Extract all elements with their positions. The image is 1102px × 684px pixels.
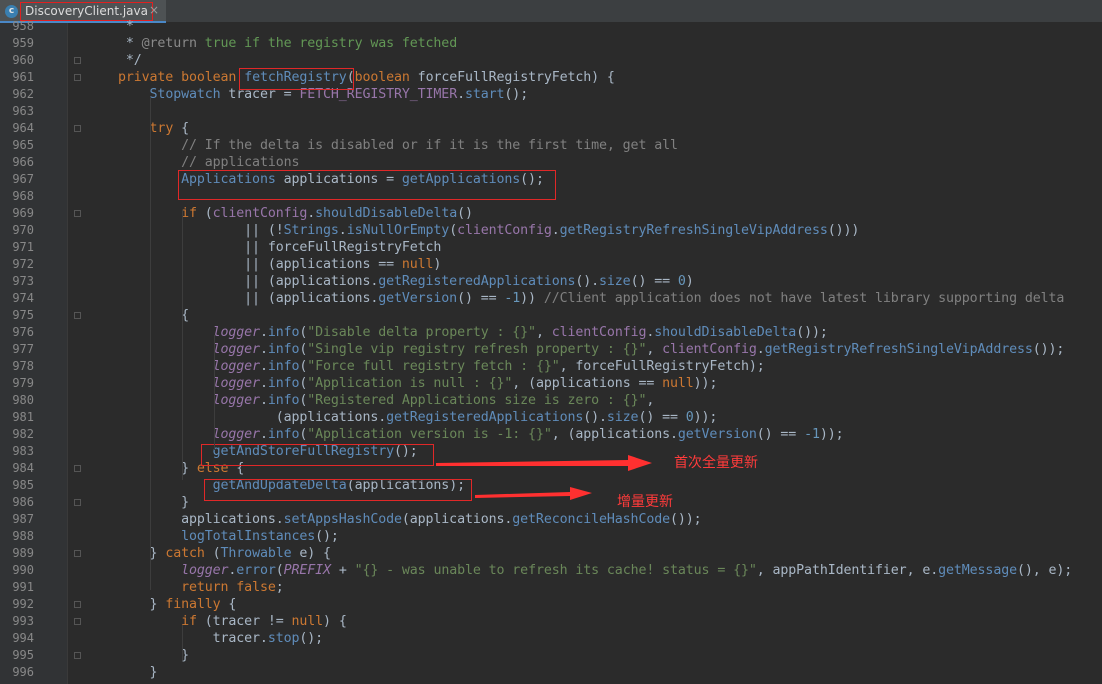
fold-marker-icon[interactable] <box>74 210 81 217</box>
code-line[interactable]: applications.setAppsHashCode(application… <box>118 511 702 528</box>
highlight-box-getapplications <box>178 170 556 200</box>
line-number: 996 <box>12 665 34 679</box>
editor-tab-bar: c DiscoveryClient.java × <box>0 0 1102 23</box>
line-number: 980 <box>12 393 34 407</box>
highlight-box-getandstorefullregistry <box>201 444 434 466</box>
code-line[interactable]: logger.info("Single vip registry refresh… <box>118 341 1065 358</box>
line-number: 959 <box>12 36 34 50</box>
code-line[interactable]: // applications <box>118 154 299 171</box>
code-line[interactable]: logger.info("Application is null : {}", … <box>118 375 718 392</box>
code-line[interactable]: * @return true if the registry was fetch… <box>118 35 457 52</box>
code-line[interactable]: { <box>118 307 189 324</box>
fold-marker-icon[interactable] <box>74 74 81 81</box>
line-number: 986 <box>12 495 34 509</box>
line-number: 971 <box>12 240 34 254</box>
code-line[interactable]: // If the delta is disabled or if it is … <box>118 137 678 154</box>
line-number: 989 <box>12 546 34 560</box>
line-number: 974 <box>12 291 34 305</box>
code-line[interactable]: } <box>118 664 158 681</box>
code-line[interactable]: * <box>118 18 134 35</box>
arrow-full-update <box>436 455 652 471</box>
fold-marker-icon[interactable] <box>74 125 81 132</box>
code-line[interactable]: tracer.stop(); <box>118 630 324 647</box>
line-number: 988 <box>12 529 34 543</box>
annotation-full-update: 首次全量更新 <box>674 455 758 471</box>
line-number: 983 <box>12 444 34 458</box>
line-number: 990 <box>12 563 34 577</box>
line-number: 992 <box>12 597 34 611</box>
line-number: 991 <box>12 580 34 594</box>
code-line[interactable]: logger.error(PREFIX + "{} - was unable t… <box>118 562 1072 579</box>
indent-guide <box>182 210 183 480</box>
line-number: 969 <box>12 206 34 220</box>
fold-marker-icon[interactable] <box>74 550 81 557</box>
line-number: 982 <box>12 427 34 441</box>
code-line[interactable]: if (clientConfig.shouldDisableDelta() <box>118 205 473 222</box>
line-number: 993 <box>12 614 34 628</box>
line-number: 985 <box>12 478 34 492</box>
code-line[interactable]: } finally { <box>118 596 237 613</box>
indent-guide <box>214 335 215 450</box>
fold-marker-icon[interactable] <box>74 312 81 319</box>
java-class-icon: c <box>5 5 18 18</box>
line-number: 966 <box>12 155 34 169</box>
code-line[interactable]: || forceFullRegistryFetch <box>118 239 441 256</box>
line-number: 963 <box>12 104 34 118</box>
close-icon[interactable]: × <box>149 2 159 19</box>
indent-guide <box>150 97 151 590</box>
code-line[interactable]: */ <box>118 52 142 69</box>
code-line[interactable]: return false; <box>118 579 284 596</box>
line-number-gutter: 958 959 960 961 962 963 964 965 966 967 968 969 970 9… <box>0 19 68 684</box>
line-number: 994 <box>12 631 34 645</box>
line-number: 961 <box>12 70 34 84</box>
line-number: 995 <box>12 648 34 662</box>
line-number: 962 <box>12 87 34 101</box>
line-number: 978 <box>12 359 34 373</box>
fold-marker-icon[interactable] <box>74 601 81 608</box>
line-number: 981 <box>12 410 34 424</box>
line-number: 968 <box>12 189 34 203</box>
arrow-delta-update <box>475 487 592 500</box>
fold-marker-icon[interactable] <box>74 618 81 625</box>
line-number: 979 <box>12 376 34 390</box>
line-number: 976 <box>12 325 34 339</box>
indent-guide <box>182 625 183 660</box>
line-number: 967 <box>12 172 34 186</box>
line-number: 984 <box>12 461 34 475</box>
code-line[interactable]: logger.info("Registered Applications siz… <box>118 392 655 409</box>
code-line[interactable]: logTotalInstances(); <box>118 528 339 545</box>
code-line[interactable]: || (!Strings.isNullOrEmpty(clientConfig.… <box>118 222 859 239</box>
code-line[interactable]: || (applications.getVersion() == -1)) //… <box>118 290 1064 307</box>
highlight-box-getandupdatedelta <box>204 479 472 501</box>
line-number: 960 <box>12 53 34 67</box>
code-line[interactable]: private boolean fetchRegistry(boolean fo… <box>118 69 615 86</box>
code-line[interactable]: logger.info("Application version is -1: … <box>118 426 844 443</box>
fold-marker-icon[interactable] <box>74 652 81 659</box>
code-line[interactable]: || (applications == null) <box>118 256 441 273</box>
line-number: 964 <box>12 121 34 135</box>
annotation-delta-update: 增量更新 <box>617 494 673 510</box>
line-number: 970 <box>12 223 34 237</box>
code-line[interactable]: } <box>118 647 189 664</box>
code-line[interactable]: } <box>118 494 189 511</box>
line-number: 973 <box>12 274 34 288</box>
code-line[interactable]: (applications.getRegisteredApplications(… <box>118 409 718 426</box>
code-line[interactable]: logger.info("Disable delta property : {}… <box>118 324 828 341</box>
highlight-box-fetchregistry <box>239 68 354 90</box>
line-number: 987 <box>12 512 34 526</box>
line-number: 958 <box>12 19 34 33</box>
code-line[interactable]: try { <box>118 120 190 137</box>
line-number: 975 <box>12 308 34 322</box>
line-number: 977 <box>12 342 34 356</box>
line-number: 972 <box>12 257 34 271</box>
code-line[interactable]: || (applications.getRegisteredApplicatio… <box>118 273 694 290</box>
fold-marker-icon[interactable] <box>74 465 81 472</box>
fold-marker-icon[interactable] <box>74 499 81 506</box>
line-number: 965 <box>12 138 34 152</box>
fold-marker-icon[interactable] <box>74 57 81 64</box>
code-line[interactable]: if (tracer != null) { <box>118 613 347 630</box>
